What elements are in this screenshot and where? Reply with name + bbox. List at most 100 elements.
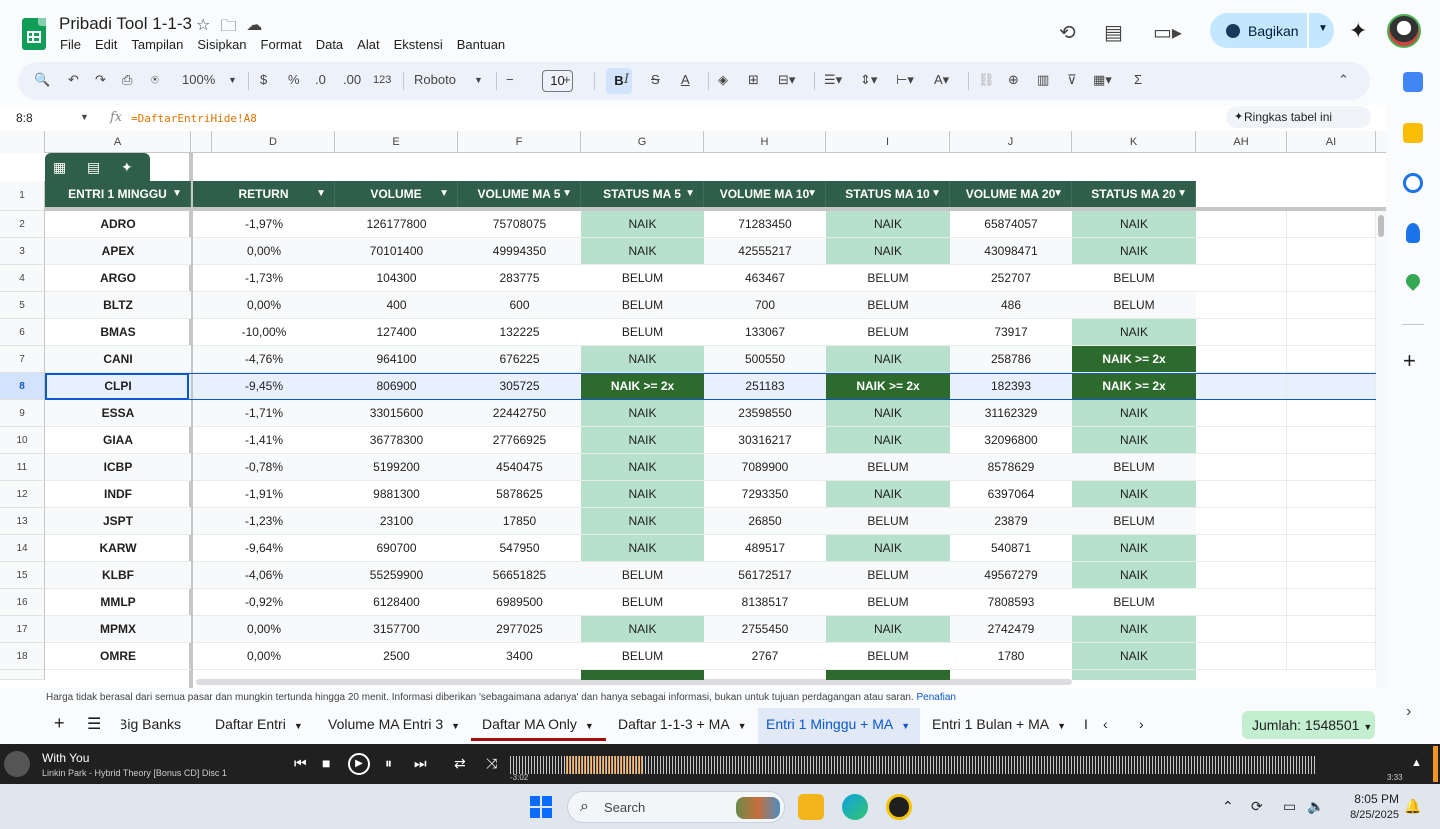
cell-ma20[interactable]: 6397064 — [950, 481, 1072, 508]
cell-s10[interactable]: BELUM — [826, 265, 950, 292]
cell-ret[interactable]: -0,92% — [193, 589, 335, 616]
tabs-scroll-right-icon[interactable]: › — [1139, 716, 1144, 732]
column-dropdown-icon[interactable]: ▼ — [172, 181, 182, 207]
cell-ma10[interactable]: 42555217 — [704, 238, 826, 265]
cell-ret[interactable]: -1,97% — [193, 211, 335, 238]
cell-empty[interactable] — [1196, 535, 1287, 562]
cell-empty[interactable] — [1287, 508, 1376, 535]
cell-s10[interactable]: NAIK — [826, 400, 950, 427]
cell-ma20[interactable]: 258786 — [950, 346, 1072, 373]
volume-icon[interactable]: 🔈 — [1307, 798, 1324, 815]
cell-s20[interactable]: NAIK >= 2x — [1072, 346, 1196, 373]
cell-ma20[interactable]: 1780 — [950, 643, 1072, 670]
cell-empty[interactable] — [1287, 643, 1376, 670]
cell-s5[interactable]: BELUM — [581, 265, 704, 292]
cell-ma5[interactable]: 75708075 — [458, 211, 581, 238]
insert-chart-icon[interactable]: ▥ — [1037, 72, 1049, 88]
cell-ma10[interactable]: 251183 — [704, 373, 826, 400]
formula-input[interactable]: =DaftarEntriHide!A8 — [131, 112, 257, 125]
row-header[interactable]: 15 — [0, 562, 45, 589]
table-view-icon[interactable]: ▦ — [53, 159, 66, 176]
cell-vol[interactable]: 55259900 — [335, 562, 458, 589]
cell-ret[interactable]: -1,73% — [193, 265, 335, 292]
cell-ma10[interactable]: 26850 — [704, 508, 826, 535]
calendar-icon[interactable] — [1403, 72, 1423, 92]
cell-empty[interactable] — [1287, 535, 1376, 562]
cell-s5[interactable]: NAIK — [581, 211, 704, 238]
cell-ma5[interactable]: 547950 — [458, 535, 581, 562]
increase-decimal-button[interactable]: .00 — [343, 72, 361, 87]
row-header[interactable]: 11 — [0, 454, 45, 481]
spreadsheet-grid[interactable]: A D E F G H I J K AH AI ▦ ▤ ✦ 1 ENTRI 1 MINGGU ▼ RETU… — [0, 131, 1386, 688]
cell-vol[interactable]: 70101400 — [335, 238, 458, 265]
cell-ma5[interactable]: 3400 — [458, 643, 581, 670]
sheet-tab[interactable]: Entri 1 Minggu + MA ▼ — [766, 716, 910, 732]
cell-s20[interactable]: NAIK — [1072, 481, 1196, 508]
cell-ma5[interactable]: 22442750 — [458, 400, 581, 427]
cell-empty[interactable] — [1287, 427, 1376, 454]
cell-s10[interactable]: BELUM — [826, 292, 950, 319]
decrease-decimal-button[interactable]: .0 — [315, 72, 326, 87]
cell-vol[interactable]: 690700 — [335, 535, 458, 562]
cell-ticker[interactable]: JSPT — [45, 508, 191, 535]
cell-ma5[interactable]: 4540475 — [458, 454, 581, 481]
cell-s20[interactable]: NAIK — [1072, 535, 1196, 562]
cell-empty[interactable] — [1196, 481, 1287, 508]
cell-s20[interactable]: NAIK — [1072, 616, 1196, 643]
sheet-tab-menu-icon[interactable]: ▼ — [451, 721, 460, 731]
column-header-d[interactable]: D — [212, 131, 335, 153]
cell-s5[interactable]: BELUM — [581, 643, 704, 670]
menu-data[interactable]: Data — [316, 37, 343, 52]
column-dropdown-icon[interactable]: ▼ — [1053, 181, 1063, 207]
sheet-tab-menu-icon[interactable]: ▼ — [294, 721, 303, 731]
menu-help[interactable]: Bantuan — [457, 37, 505, 52]
cell-empty[interactable] — [1196, 373, 1287, 400]
cell-vol[interactable]: 126177800 — [335, 211, 458, 238]
collapse-toolbar-icon[interactable]: ⌃ — [1338, 72, 1349, 88]
sheet-tab[interactable]: I — [1084, 716, 1088, 732]
sheet-tab-menu-icon[interactable]: ▼ — [738, 721, 747, 731]
search-menu-icon[interactable]: 🔍 — [34, 72, 50, 88]
cell-s20[interactable]: NAIK >= 2x — [1072, 373, 1196, 400]
column-header-f[interactable]: F — [458, 131, 581, 153]
cell-empty[interactable] — [1196, 211, 1287, 238]
row-header[interactable]: 8 — [0, 373, 45, 400]
cell-ticker[interactable]: BLTZ — [45, 292, 191, 319]
cell-ma20[interactable]: 182393 — [950, 373, 1072, 400]
row-header[interactable]: 18 — [0, 643, 45, 670]
text-color-button[interactable]: A — [681, 72, 690, 87]
cell-ma5[interactable]: 600 — [458, 292, 581, 319]
cell-ma20[interactable]: 65874057 — [950, 211, 1072, 238]
cell-s10[interactable]: NAIK — [826, 346, 950, 373]
cell-empty[interactable] — [1196, 400, 1287, 427]
row-header-1[interactable]: 1 — [0, 181, 45, 211]
cell-ticker[interactable]: CANI — [45, 346, 191, 373]
print-icon[interactable]: ⎙ — [122, 72, 132, 88]
cell-s20[interactable]: BELUM — [1072, 454, 1196, 481]
select-all-corner[interactable] — [0, 131, 45, 153]
cell-vol[interactable]: 806900 — [335, 373, 458, 400]
percent-button[interactable]: % — [288, 72, 300, 87]
play-icon[interactable]: ▶ — [348, 753, 370, 775]
vertical-scrollbar[interactable] — [1376, 211, 1386, 688]
column-dropdown-icon[interactable]: ▼ — [931, 181, 941, 207]
document-title[interactable]: Pribadi Tool 1-1-3 — [59, 14, 192, 34]
cell-vol[interactable]: 6128400 — [335, 589, 458, 616]
cell-ma10[interactable]: 2767 — [704, 643, 826, 670]
cell-empty[interactable] — [1287, 616, 1376, 643]
table-menu-icon[interactable]: ▤ — [87, 159, 100, 176]
sheet-tab[interactable]: Big Banks — [121, 716, 181, 732]
cell-ret[interactable]: -4,06% — [193, 562, 335, 589]
cell-ticker[interactable]: KLBF — [45, 562, 191, 589]
cell-s5[interactable]: NAIK — [581, 616, 704, 643]
cell-s5[interactable]: NAIK — [581, 346, 704, 373]
cell-ret[interactable]: -4,76% — [193, 346, 335, 373]
align-horizontal-icon[interactable]: ☰▾ — [824, 72, 842, 88]
cell-s20[interactable]: NAIK — [1072, 643, 1196, 670]
pause-icon[interactable]: ⏸ — [385, 755, 392, 772]
functions-button[interactable]: Σ — [1134, 72, 1142, 87]
cell-s20[interactable]: NAIK — [1072, 562, 1196, 589]
cell-s10[interactable]: NAIK — [826, 238, 950, 265]
cell-ret[interactable]: 0,00% — [193, 292, 335, 319]
cell-empty[interactable] — [1196, 616, 1287, 643]
